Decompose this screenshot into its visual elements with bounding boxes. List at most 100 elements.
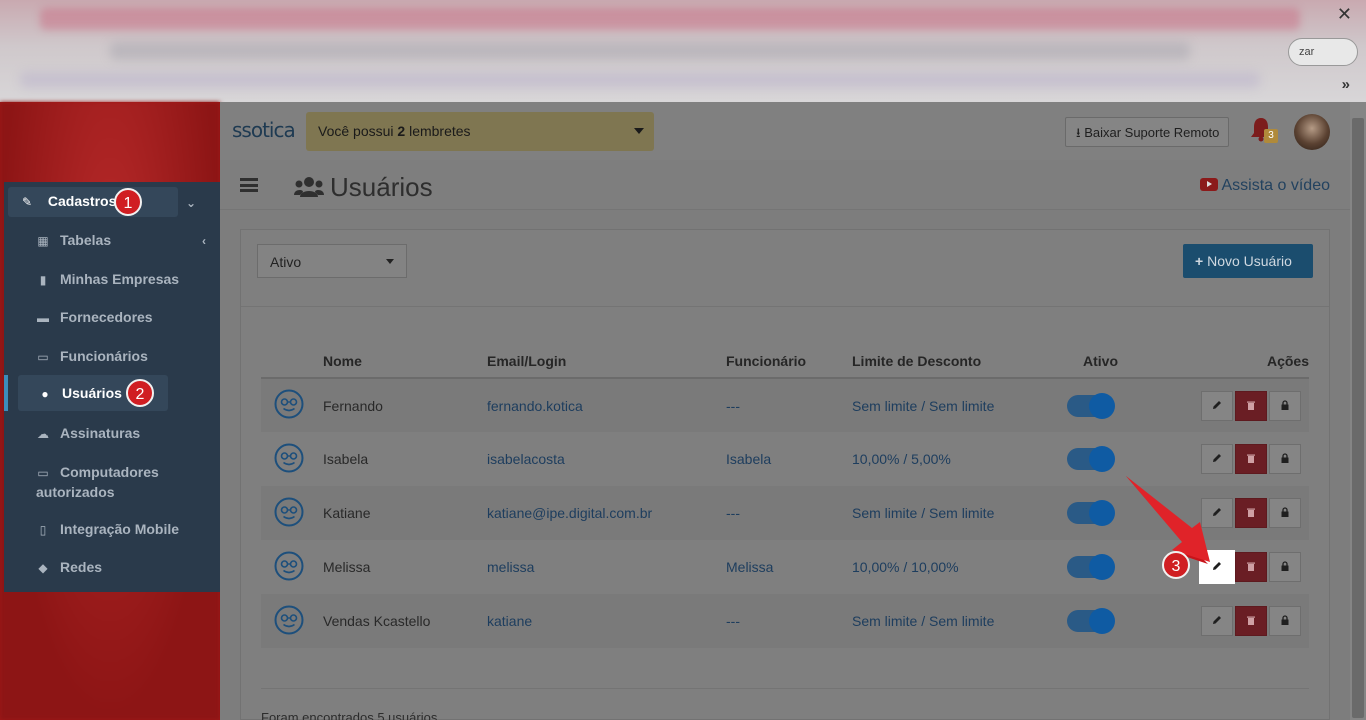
close-icon[interactable]: ✕ (1337, 4, 1352, 25)
scrollbar[interactable] (1350, 102, 1366, 720)
table-row: Vendas Kcastello katiane --- Sem limite / S… (261, 594, 1309, 648)
sidebar-item-cadastros[interactable]: ✎ Cadastros 1 ⌄ (8, 187, 196, 217)
users-icon (294, 177, 324, 197)
lock-icon (1279, 505, 1291, 521)
more-bookmarks-icon[interactable]: » (1342, 76, 1350, 93)
pencil-icon (1211, 451, 1223, 467)
delete-button[interactable] (1235, 444, 1267, 474)
user-discount-limit[interactable]: Sem limite / Sem limite (852, 594, 1057, 648)
edit-button[interactable] (1201, 390, 1233, 421)
sidebar-item-usuarios[interactable]: ● Usuários 2 (18, 375, 168, 411)
step-badge: 1 (114, 188, 142, 216)
user-employee[interactable]: Melissa (726, 540, 852, 594)
column-header[interactable]: Nome (323, 344, 487, 379)
active-toggle[interactable] (1067, 500, 1115, 526)
remote-support-label: Baixar Suporte Remoto (1084, 125, 1220, 140)
user-employee[interactable]: --- (726, 486, 852, 540)
delete-button[interactable] (1235, 498, 1267, 528)
permissions-button[interactable] (1269, 498, 1301, 528)
delete-button[interactable] (1235, 390, 1267, 421)
avatar[interactable] (1294, 114, 1330, 150)
active-toggle[interactable] (1067, 608, 1115, 634)
sidebar-item-integracao-mobile[interactable]: ▯ Integração Mobile (4, 521, 220, 537)
user-login-link[interactable]: isabelacosta (487, 432, 726, 486)
user-login-link[interactable]: melissa (487, 540, 726, 594)
trash-icon (1245, 559, 1257, 575)
sidebar-item-computadores[interactable]: ▭ Computadores autorizados (4, 463, 164, 502)
user-name: Fernando (323, 378, 487, 432)
user-login-link[interactable]: katiane@ipe.digital.com.br (487, 486, 726, 540)
edit-button[interactable] (1201, 606, 1233, 636)
sidebar-item-assinaturas[interactable]: ☁ Assinaturas (4, 425, 220, 441)
user-employee[interactable]: --- (726, 594, 852, 648)
user-discount-limit[interactable]: Sem limite / Sem limite (852, 378, 1057, 432)
page-title: Usuários (330, 172, 433, 202)
tab-strip-blur (40, 8, 1300, 30)
youtube-icon (1199, 178, 1218, 191)
lock-icon (1279, 559, 1291, 575)
caret-down-icon (386, 259, 394, 264)
update-button[interactable]: zar (1288, 38, 1358, 66)
permissions-button[interactable] (1269, 444, 1301, 474)
reminders-dropdown[interactable]: Você possui 2 lembretes (306, 112, 654, 151)
status-filter-select[interactable]: Ativo (257, 244, 407, 278)
user-discount-limit[interactable]: Sem limite / Sem limite (852, 486, 1057, 540)
user-name: Melissa (323, 540, 487, 594)
sidebar-item-label: Redes (60, 559, 103, 575)
sidebar-item-minhas-empresas[interactable]: ▮ Minhas Empresas (4, 271, 220, 287)
scrollbar-thumb[interactable] (1352, 118, 1364, 718)
browser-chrome: ✕ zar » (0, 0, 1366, 102)
user-employee[interactable]: Isabela (726, 432, 852, 486)
chevron-left-icon: ‹ (202, 234, 206, 248)
column-header[interactable]: Limite de Desconto (852, 344, 1057, 379)
new-user-button[interactable]: + Novo Usuário (1183, 244, 1313, 278)
watch-video-link[interactable]: Assista o vídeo (1199, 177, 1331, 195)
trash-icon (1245, 398, 1257, 414)
column-header[interactable]: Funcionário (726, 344, 852, 379)
cloud-icon: ☁ (37, 427, 49, 441)
results-count: Foram encontrados 5 usuários (261, 710, 438, 720)
column-header: Ações (1167, 344, 1309, 379)
watch-video-label: Assista o vídeo (1221, 177, 1331, 194)
user-login-link[interactable]: katiane (487, 594, 726, 648)
column-header[interactable]: Ativo (1057, 344, 1167, 379)
notification-count: 3 (1264, 129, 1278, 143)
user-avatar-icon (261, 378, 323, 432)
permissions-button[interactable] (1269, 606, 1301, 636)
sidebar-item-tabelas[interactable]: ▦ Tabelas ‹ (4, 232, 220, 248)
user-name: Vendas Kcastello (323, 594, 487, 648)
sidebar-item-label: Assinaturas (60, 425, 141, 441)
user-discount-limit[interactable]: 10,00% / 10,00% (852, 540, 1057, 594)
permissions-button[interactable] (1269, 552, 1301, 582)
address-bar-blur (110, 42, 1190, 60)
sidebar-item-label: Computadores autorizados (36, 464, 159, 500)
delete-button[interactable] (1235, 552, 1267, 582)
user-name: Katiane (323, 486, 487, 540)
column-header[interactable]: Email/Login (487, 344, 726, 379)
sidebar: ✎ Cadastros 1 ⌄ ▦ Tabelas ‹ ▮ Minhas Empre… (4, 182, 220, 592)
user-employee[interactable]: --- (726, 378, 852, 432)
sidebar-item-funcionarios[interactable]: ▭ Funcionários (4, 348, 220, 364)
ssotica-logo[interactable]: ssotica (232, 118, 296, 142)
active-toggle[interactable] (1067, 554, 1115, 580)
trash-icon (1245, 613, 1257, 629)
sidebar-item-fornecedores[interactable]: ▬ Fornecedores (4, 309, 220, 325)
chevron-down-icon: ⌄ (185, 196, 196, 210)
user-login-link[interactable]: fernando.kotica (487, 378, 726, 432)
active-toggle[interactable] (1067, 446, 1115, 472)
sidebar-item-label: Cadastros (47, 193, 117, 209)
user-discount-limit[interactable]: 10,00% / 5,00% (852, 432, 1057, 486)
folder-icon: ▭ (37, 350, 49, 364)
divider (241, 306, 1329, 307)
remote-support-button[interactable]: ⭳ Baixar Suporte Remoto (1065, 117, 1229, 147)
reminder-text: Você possui (318, 123, 398, 139)
menu-icon[interactable] (240, 178, 258, 192)
sidebar-item-redes[interactable]: ◆ Redes (4, 559, 220, 575)
delete-button[interactable] (1235, 606, 1267, 636)
pencil-icon (1211, 398, 1223, 414)
sidebar-item-label: Minhas Empresas (60, 271, 180, 287)
caret-down-icon (634, 128, 644, 134)
active-toggle[interactable] (1067, 392, 1115, 419)
permissions-button[interactable] (1269, 390, 1301, 421)
active-indicator (4, 375, 8, 411)
